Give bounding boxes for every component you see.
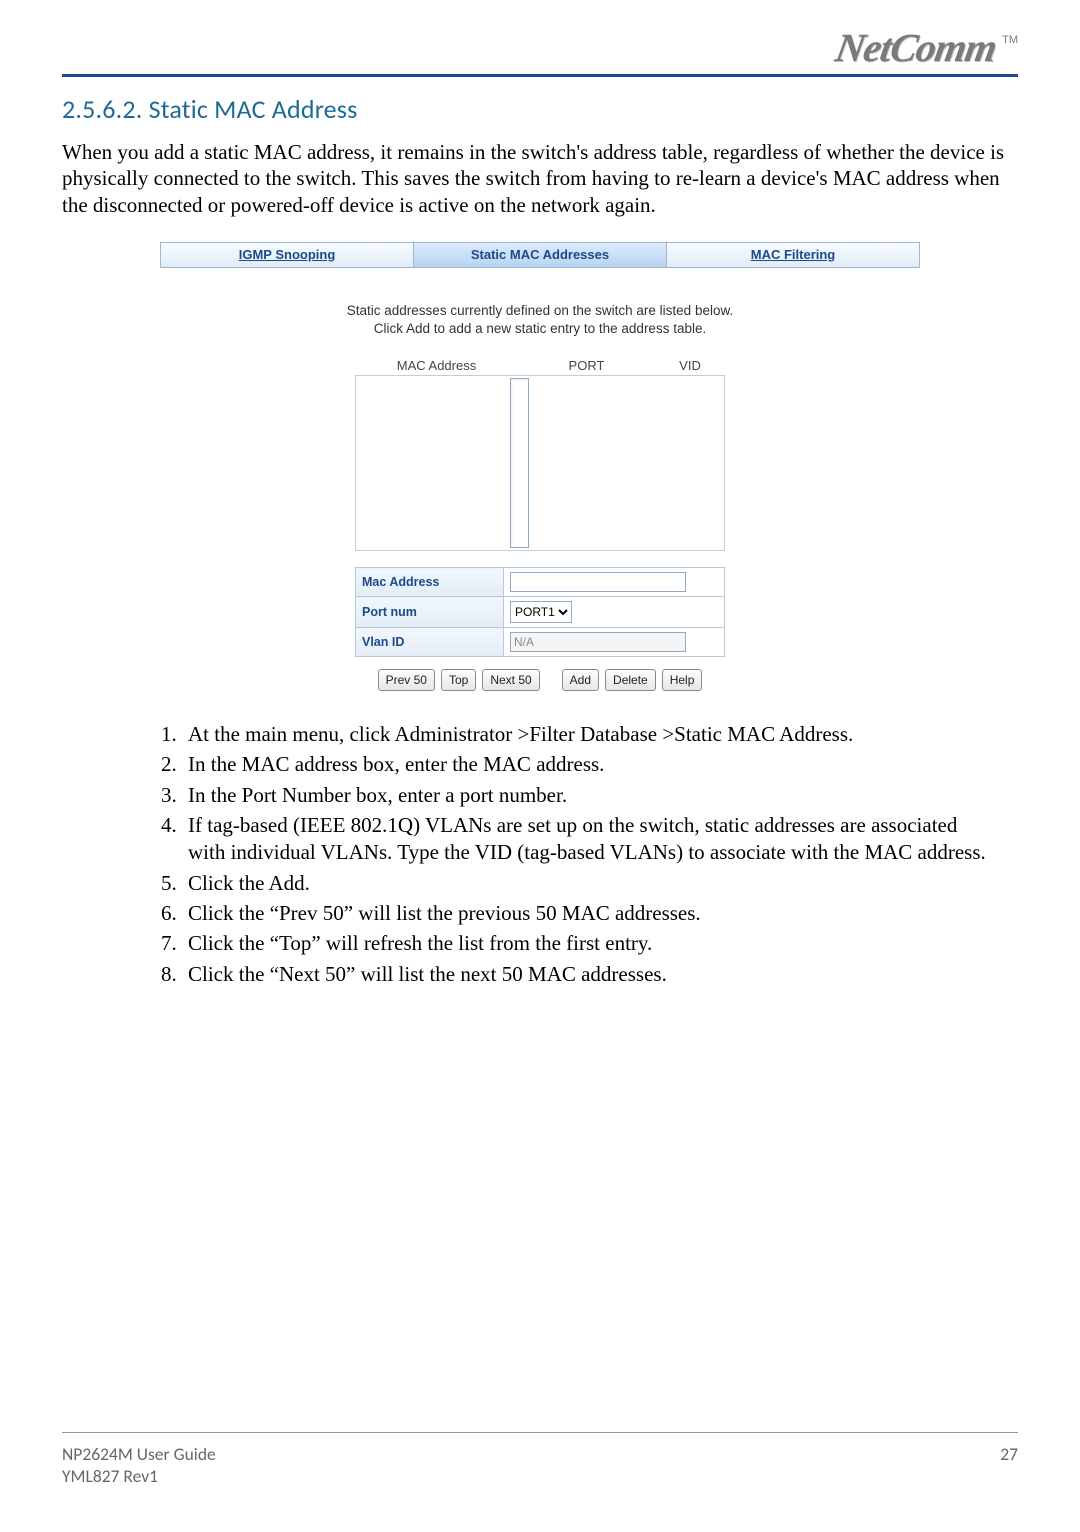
step-item: If tag-based (IEEE 802.1Q) VLANs are set… bbox=[182, 812, 1018, 867]
footer-revision: YML827 Rev1 bbox=[62, 1465, 216, 1488]
list-column-headers: MAC Address PORT VID bbox=[355, 358, 725, 375]
top-button[interactable]: Top bbox=[441, 669, 476, 691]
brand-logo: NetComm bbox=[833, 28, 1000, 68]
step-item: Click the Add. bbox=[182, 870, 1018, 897]
help-button[interactable]: Help bbox=[662, 669, 703, 691]
step-item: Click the “Prev 50” will list the previo… bbox=[182, 900, 1018, 927]
step-item: Click the “Next 50” will list the next 5… bbox=[182, 961, 1018, 988]
delete-button[interactable]: Delete bbox=[605, 669, 656, 691]
tab-static-mac-addresses[interactable]: Static MAC Addresses bbox=[414, 243, 667, 267]
tab-igmp-snooping[interactable]: IGMP Snooping bbox=[161, 243, 414, 267]
next-50-button[interactable]: Next 50 bbox=[482, 669, 539, 691]
ui-description-text: Static addresses currently defined on th… bbox=[160, 302, 920, 338]
section-intro-text: When you add a static MAC address, it re… bbox=[62, 139, 1018, 218]
mac-address-label: Mac Address bbox=[356, 568, 504, 597]
page-footer: NP2624M User Guide YML827 Rev1 27 bbox=[62, 1432, 1018, 1489]
col-header-mac: MAC Address bbox=[359, 358, 514, 373]
step-item: In the Port Number box, enter a port num… bbox=[182, 782, 1018, 809]
port-num-select[interactable]: PORT1 bbox=[510, 601, 572, 623]
step-item: Click the “Top” will refresh the list fr… bbox=[182, 930, 1018, 957]
address-list-box[interactable] bbox=[355, 375, 725, 551]
page-header: NetComm TM bbox=[62, 28, 1018, 77]
footer-guide-title: NP2624M User Guide bbox=[62, 1443, 216, 1466]
tab-bar: IGMP Snooping Static MAC Addresses MAC F… bbox=[160, 242, 920, 268]
section-heading: 2.5.6.2. Static MAC Address bbox=[62, 93, 1018, 125]
trademark-symbol: TM bbox=[1002, 34, 1018, 46]
col-header-vid: VID bbox=[659, 358, 721, 373]
vlan-id-input bbox=[510, 632, 686, 652]
embedded-ui-screenshot: IGMP Snooping Static MAC Addresses MAC F… bbox=[160, 242, 920, 691]
port-num-label: Port num bbox=[356, 597, 504, 628]
add-button[interactable]: Add bbox=[562, 669, 599, 691]
tab-mac-filtering[interactable]: MAC Filtering bbox=[667, 243, 919, 267]
vlan-id-label: Vlan ID bbox=[356, 628, 504, 657]
list-scrollbar[interactable] bbox=[510, 378, 529, 548]
mac-address-input[interactable] bbox=[510, 572, 686, 592]
col-header-port: PORT bbox=[514, 358, 659, 373]
instruction-list: At the main menu, click Administrator >F… bbox=[62, 721, 1018, 988]
button-row: Prev 50 Top Next 50 Add Delete Help bbox=[355, 669, 725, 691]
entry-form: Mac Address Port num PORT1 Vlan ID bbox=[355, 567, 725, 657]
step-item: In the MAC address box, enter the MAC ad… bbox=[182, 751, 1018, 778]
address-list-area: MAC Address PORT VID bbox=[355, 358, 725, 551]
prev-50-button[interactable]: Prev 50 bbox=[378, 669, 435, 691]
page-number: 27 bbox=[1000, 1443, 1018, 1465]
step-item: At the main menu, click Administrator >F… bbox=[182, 721, 1018, 748]
